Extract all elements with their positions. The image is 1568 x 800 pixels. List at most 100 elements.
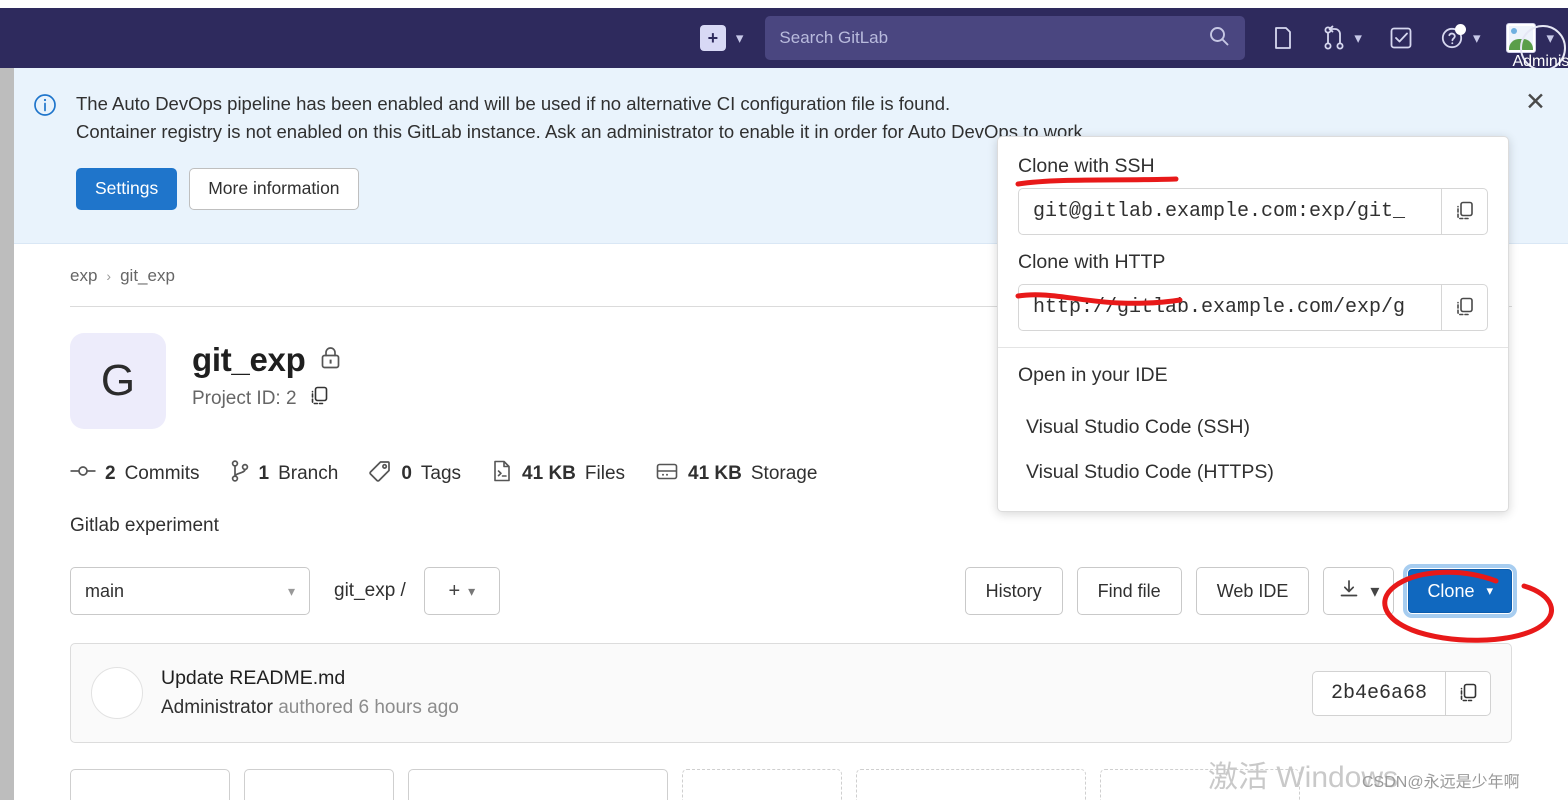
last-commit-card: Update README.md Administrator authored … <box>70 643 1512 743</box>
breadcrumb-group[interactable]: exp <box>70 266 97 286</box>
left-sidebar-rail <box>0 68 14 800</box>
dropdown-divider <box>998 347 1508 348</box>
copy-icon[interactable] <box>309 385 330 413</box>
add-changelog-button[interactable] <box>408 769 668 800</box>
breadcrumb-project[interactable]: git_exp <box>120 266 175 286</box>
chevron-down-icon: ▾ <box>287 582 295 599</box>
more-information-button[interactable]: More information <box>189 168 359 211</box>
add-contribution-guide-button[interactable] <box>682 769 842 800</box>
copy-icon[interactable] <box>1445 670 1491 716</box>
project-id-label: Project ID: 2 <box>192 388 297 409</box>
clone-ssh-label: Clone with SSH <box>1018 155 1155 177</box>
issues-icon[interactable] <box>1271 25 1295 51</box>
chevron-down-icon: ▾ <box>1486 583 1493 598</box>
stat-tags[interactable]: 0 Tags <box>368 459 461 489</box>
plus-icon[interactable]: + <box>699 25 726 51</box>
add-to-repo-button[interactable]: + ▾ <box>423 567 500 615</box>
info-icon <box>32 92 60 210</box>
branch-icon <box>230 459 250 489</box>
clone-button-label: Clone <box>1427 580 1475 601</box>
commit-sha-group: 2b4e6a68 <box>1311 670 1491 716</box>
breadcrumb-path: git_exp / <box>334 580 406 601</box>
alert-buttons: Settings More information <box>76 168 1088 211</box>
search-placeholder: Search GitLab <box>779 28 889 47</box>
settings-button[interactable]: Settings <box>76 168 178 211</box>
lock-icon <box>319 345 342 375</box>
alert-line-2: Container registry is not enabled on thi… <box>76 121 1088 143</box>
chevron-down-icon: ▾ <box>1370 580 1380 601</box>
chevron-down-icon: ▾ <box>468 582 476 599</box>
clone-http-group: http://gitlab.example.com/exp/g <box>1018 284 1488 331</box>
gitlab-project-page: + ▾ Search GitLab ▾ ▾ ▾ Adminis The Auto… <box>0 0 1568 800</box>
download-icon <box>1338 578 1360 605</box>
search-icon[interactable] <box>1207 24 1231 53</box>
commit-sha[interactable]: 2b4e6a68 <box>1311 670 1445 716</box>
top-navbar: + ▾ Search GitLab ▾ ▾ ▾ Adminis <box>0 8 1568 71</box>
breadcrumb-separator-icon: › <box>106 268 112 284</box>
stat-commits-label: Commits <box>124 463 200 484</box>
search-input[interactable]: Search GitLab <box>765 16 1246 60</box>
file-toolbar-actions: History Find file Web IDE ▾ Clone ▾ <box>964 564 1517 618</box>
enable-auto-devops-button[interactable] <box>856 769 1086 800</box>
page-title: git_exp <box>192 341 306 378</box>
project-description: Gitlab experiment <box>70 515 219 536</box>
chevron-down-icon[interactable]: ▾ <box>1354 29 1362 47</box>
alert-line-1: The Auto DevOps pipeline has been enable… <box>76 93 951 114</box>
project-avatar: G <box>70 333 166 429</box>
branch-selector-value: main <box>85 580 125 601</box>
clone-http-url[interactable]: http://gitlab.example.com/exp/g <box>1018 284 1441 331</box>
find-file-button[interactable]: Find file <box>1076 567 1182 615</box>
file-icon <box>491 459 513 489</box>
stat-files-label: Files <box>584 463 626 484</box>
copy-icon[interactable] <box>1441 188 1488 235</box>
plus-icon: + <box>448 579 461 602</box>
csdn-watermark: CSDN@永远是少年啊 <box>1362 774 1520 791</box>
stat-storage: 41 KB Storage <box>655 460 817 488</box>
commit-info: Update README.md Administrator authored … <box>161 667 459 719</box>
chevron-down-icon[interactable]: ▾ <box>1473 29 1481 47</box>
commit-icon <box>70 461 96 487</box>
copy-icon[interactable] <box>1441 284 1488 331</box>
clone-ssh-url[interactable]: git@gitlab.example.com:exp/git_ <box>1018 188 1441 235</box>
user-menu[interactable]: ▾ Administrat <box>1506 23 1568 71</box>
stat-branches-label: Branch <box>278 463 339 484</box>
open-in-ide-title: Open in your IDE <box>1018 364 1168 386</box>
commit-meta: authored 6 hours ago <box>278 697 459 718</box>
stat-commits-value: 2 <box>105 463 116 484</box>
file-toolbar: main ▾ git_exp / + ▾ History Find file W… <box>70 564 1517 618</box>
todos-icon[interactable] <box>1388 25 1414 51</box>
download-button[interactable]: ▾ <box>1323 567 1395 615</box>
commit-title[interactable]: Update README.md <box>161 667 459 690</box>
tag-icon <box>368 459 392 489</box>
stat-storage-value: 41 KB <box>688 463 742 484</box>
chevron-down-icon[interactable]: ▾ <box>736 29 744 47</box>
history-button[interactable]: History <box>964 567 1063 615</box>
web-ide-button[interactable]: Web IDE <box>1195 567 1310 615</box>
stat-tags-label: Tags <box>420 463 462 484</box>
vscode-https-item[interactable]: Visual Studio Code (HTTPS) <box>1018 450 1488 495</box>
branch-selector[interactable]: main ▾ <box>70 567 310 615</box>
stat-files-value: 41 KB <box>522 463 576 484</box>
commit-author[interactable]: Administrator <box>161 697 273 718</box>
clone-button[interactable]: Clone ▾ <box>1403 564 1517 618</box>
clone-http-label: Clone with HTTP <box>1018 251 1166 273</box>
close-icon[interactable]: ✕ <box>1525 90 1546 115</box>
add-license-button[interactable] <box>244 769 394 800</box>
vscode-ssh-item[interactable]: Visual Studio Code (SSH) <box>1018 405 1488 450</box>
merge-requests-icon[interactable]: ▾ <box>1321 25 1362 51</box>
clone-ssh-group: git@gitlab.example.com:exp/git_ <box>1018 188 1488 235</box>
stat-commits[interactable]: 2 Commits <box>70 461 200 487</box>
stat-storage-label: Storage <box>750 463 818 484</box>
stat-branches-value: 1 <box>258 463 270 484</box>
help-icon[interactable]: ▾ <box>1440 24 1481 51</box>
project-meta: git_exp Project ID: 2 <box>192 333 342 413</box>
clone-dropdown: Clone with SSH git@gitlab.example.com:ex… <box>997 136 1509 512</box>
avatar <box>91 667 143 719</box>
stat-tags-value: 0 <box>401 463 412 484</box>
stat-files: 41 KB Files <box>491 459 625 489</box>
readme-button[interactable] <box>70 769 230 800</box>
stat-branches[interactable]: 1 Branch <box>230 459 339 489</box>
storage-icon <box>655 460 679 488</box>
commit-author-line: Administrator authored 6 hours ago <box>161 697 459 719</box>
alert-body: The Auto DevOps pipeline has been enable… <box>76 90 1088 211</box>
